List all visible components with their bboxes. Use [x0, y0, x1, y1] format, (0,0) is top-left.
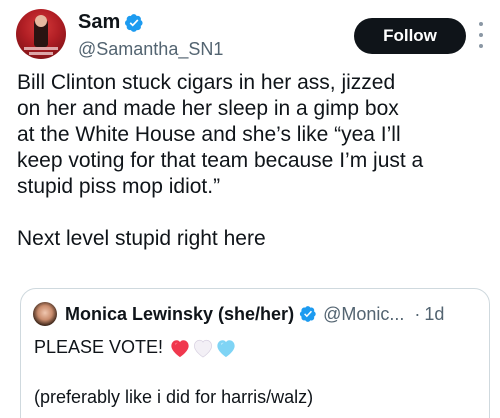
quoted-tweet-text: PLEASE VOTE!: [34, 337, 164, 357]
quoted-tweet-text: (preferably like i did for harris/walz): [34, 387, 314, 407]
quoted-tweet-text-line: PLEASE VOTE!: [34, 337, 237, 358]
verified-badge-icon: [125, 13, 143, 32]
verified-badge-icon: [299, 306, 316, 322]
avatar-caption-line: [29, 52, 53, 55]
quoted-author-display-name: Monica Lewinsky (she/her): [65, 303, 295, 324]
avatar-figure-head: [35, 15, 47, 27]
quoted-author-avatar: [33, 302, 57, 326]
light-blue-heart-icon: [217, 339, 235, 357]
tweet-text-line: Bill Clinton stuck cigars in her ass, ji…: [17, 71, 396, 94]
tweet-text-line: on her and made her sleep in a gimp box: [17, 97, 399, 120]
quoted-tweet-header: Monica Lewinsky (she/her) @Monic... · 1d: [33, 302, 444, 326]
author-display-name[interactable]: Sam: [78, 11, 120, 34]
tweet-text-line: keep voting for that team because I’m ju…: [17, 149, 424, 172]
quoted-tweet-timestamp: 1d: [424, 303, 445, 324]
white-heart-icon: [194, 339, 213, 358]
timestamp-separator: ·: [414, 303, 421, 324]
tweet-text-line: at the White House and she’s like “yea I…: [17, 123, 401, 146]
more-options-icon[interactable]: [478, 22, 484, 48]
avatar-caption-line: [24, 47, 58, 50]
tweet-header: Sam @Samantha_SN1 Follow: [14, 8, 486, 68]
follow-button[interactable]: Follow: [354, 18, 466, 54]
author-name-row: Sam: [78, 11, 144, 34]
heart-emojis: [169, 338, 237, 358]
author-handle[interactable]: @Samantha_SN1: [78, 39, 223, 60]
quoted-author-handle: @Monic...: [323, 303, 405, 324]
author-avatar[interactable]: [16, 9, 66, 59]
red-heart-icon: [171, 339, 189, 357]
tweet-closing-line: Next level stupid right here: [17, 227, 266, 250]
tweet-text-line: stupid piss mop idiot.”: [17, 175, 221, 198]
tweet-text: Bill Clinton stuck cigars in her ass, ji…: [17, 70, 487, 252]
quoted-tweet-card[interactable]: Monica Lewinsky (she/her) @Monic... · 1d…: [20, 288, 490, 418]
